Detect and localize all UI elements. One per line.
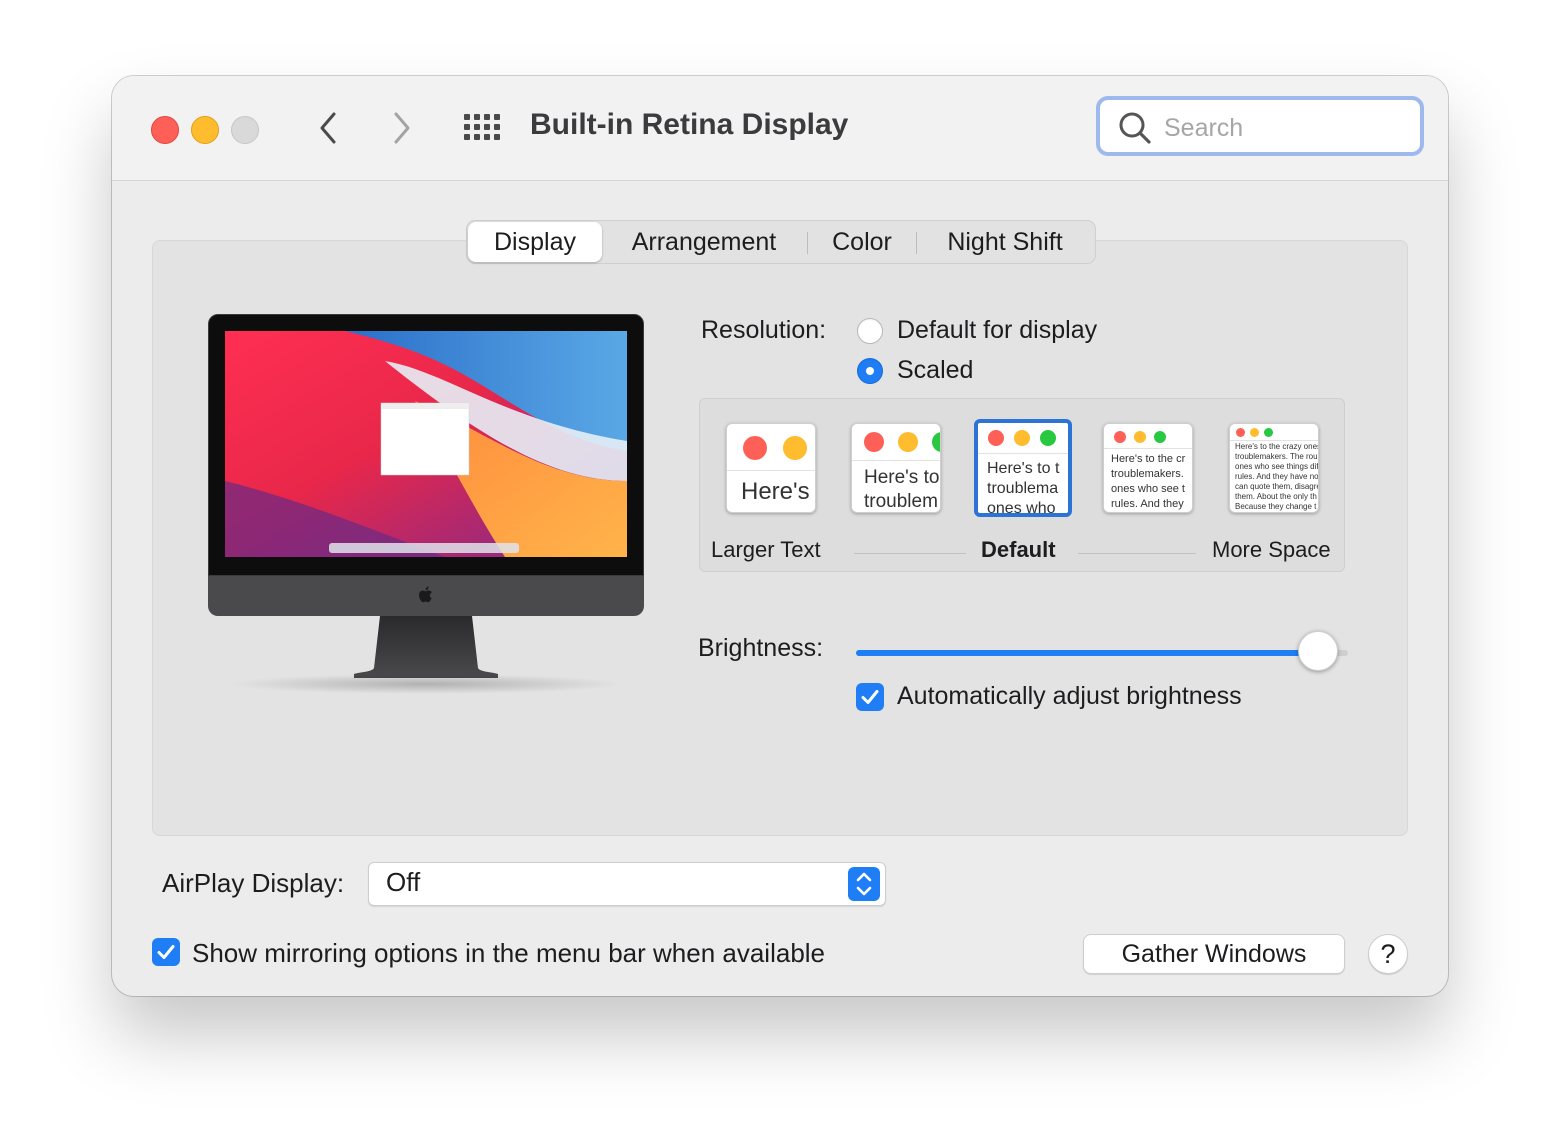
up-down-arrows-icon [856,872,872,896]
search-icon [1119,112,1151,144]
brightness-label: Brightness: [698,634,824,662]
forward-chevron-icon [394,112,410,144]
radio-default-for-display[interactable] [857,318,883,344]
gather-windows-button[interactable]: Gather Windows [1083,934,1345,974]
thumb-sample-text: Here's [741,478,810,505]
forward-button[interactable] [388,110,418,146]
more-space-label: More Space [1212,537,1331,562]
thumb-titlebar-line [727,470,815,471]
thumb-minimize-dot [1014,430,1030,446]
thumb-sample-text: Here's to t troublema ones who [987,460,1060,517]
show-mirroring-label[interactable]: Show mirroring options in the menu bar w… [192,938,825,969]
thumb-close-dot [988,430,1004,446]
back-button[interactable] [314,110,344,146]
scale-divider-left [854,553,966,554]
show-all-grid-icon [464,114,500,140]
scaled-label[interactable]: Scaled [897,356,973,385]
thumb-minimize-dot [1250,428,1259,437]
scaled-option-larger-text[interactable]: Here's [726,423,816,513]
thumb-close-dot [864,432,884,452]
thumb-close-dot [1236,428,1245,437]
popup-stepper [848,867,880,901]
scaled-option-default[interactable]: Here's to t troublema ones who [974,419,1072,517]
auto-brightness-checkbox[interactable] [856,683,884,711]
thumb-sample-text: Here's to the cr troublemakers. ones who… [1111,453,1186,510]
close-button[interactable] [151,116,179,144]
tab-separator [916,232,917,254]
scaled-option-more-space[interactable]: Here's to the crazy ones troublemakers. … [1229,423,1319,513]
show-mirroring-checkbox[interactable] [152,938,180,966]
thumb-minimize-dot [1134,431,1146,443]
display-shadow [228,674,624,694]
search-field[interactable] [1096,96,1424,156]
show-all-button[interactable] [464,114,502,142]
thumb-titlebar-line [852,460,940,461]
window-title: Built-in Retina Display [530,108,849,141]
brightness-slider-fill [856,650,1319,656]
scaled-option-4[interactable]: Here's to the cr troublemakers. ones who… [1103,423,1193,513]
thumb-titlebar-line [1230,440,1318,441]
tab-night-shift[interactable]: Night Shift [925,221,1085,263]
display-bezel [208,314,644,576]
thumb-titlebar-line [978,453,1068,454]
apple-logo-icon [419,586,432,603]
thumb-zoom-dot [1040,430,1056,446]
airplay-display-label: AirPlay Display: [162,868,345,898]
default-label: Default [981,537,1056,562]
tab-color[interactable]: Color [815,221,909,263]
airplay-display-popup[interactable]: Off [368,862,886,906]
search-input[interactable] [1162,108,1416,148]
thumb-sample-text: Here's to the crazy ones troublemakers. … [1235,442,1318,511]
thumb-close-dot [743,436,767,460]
thumb-minimize-dot [898,432,918,452]
thumb-zoom-dot [932,432,940,452]
radio-scaled[interactable] [857,358,883,384]
back-chevron-icon [320,112,336,144]
airplay-display-value: Off [386,867,421,897]
larger-text-label: Larger Text [711,537,821,562]
tab-arrangement[interactable]: Arrangement [609,221,799,263]
checkmark-icon [861,690,879,704]
tab-display[interactable]: Display [468,222,602,262]
scaled-option-2[interactable]: Here's to troublem [851,423,941,513]
tab-separator [807,232,808,254]
thumb-sample-text: Here's to troublem [864,467,940,512]
scale-divider-right [1078,553,1196,554]
checkmark-icon [157,945,175,959]
thumb-minimize-dot [783,436,807,460]
toolbar: Built-in Retina Display [112,76,1448,181]
display-stand [354,616,498,678]
auto-brightness-label[interactable]: Automatically adjust brightness [897,682,1242,711]
thumb-titlebar-line [1104,448,1192,449]
scaled-resolution-picker: Here's Here's to troublem Here's to t tr… [699,398,1345,572]
default-for-display-label[interactable]: Default for display [897,316,1097,345]
resolution-label: Resolution: [701,316,827,344]
zoom-button [231,116,259,144]
desktop-wallpaper [225,331,627,557]
minimize-button[interactable] [191,116,219,144]
thumb-close-dot [1114,431,1126,443]
system-preferences-window: Built-in Retina Display Display Arrangem… [112,76,1448,996]
tab-bar: Display Arrangement Color Night Shift [466,220,1096,264]
thumb-zoom-dot [1264,428,1273,437]
display-illustration [208,314,644,694]
thumb-zoom-dot [1154,431,1166,443]
help-button[interactable]: ? [1368,934,1408,974]
